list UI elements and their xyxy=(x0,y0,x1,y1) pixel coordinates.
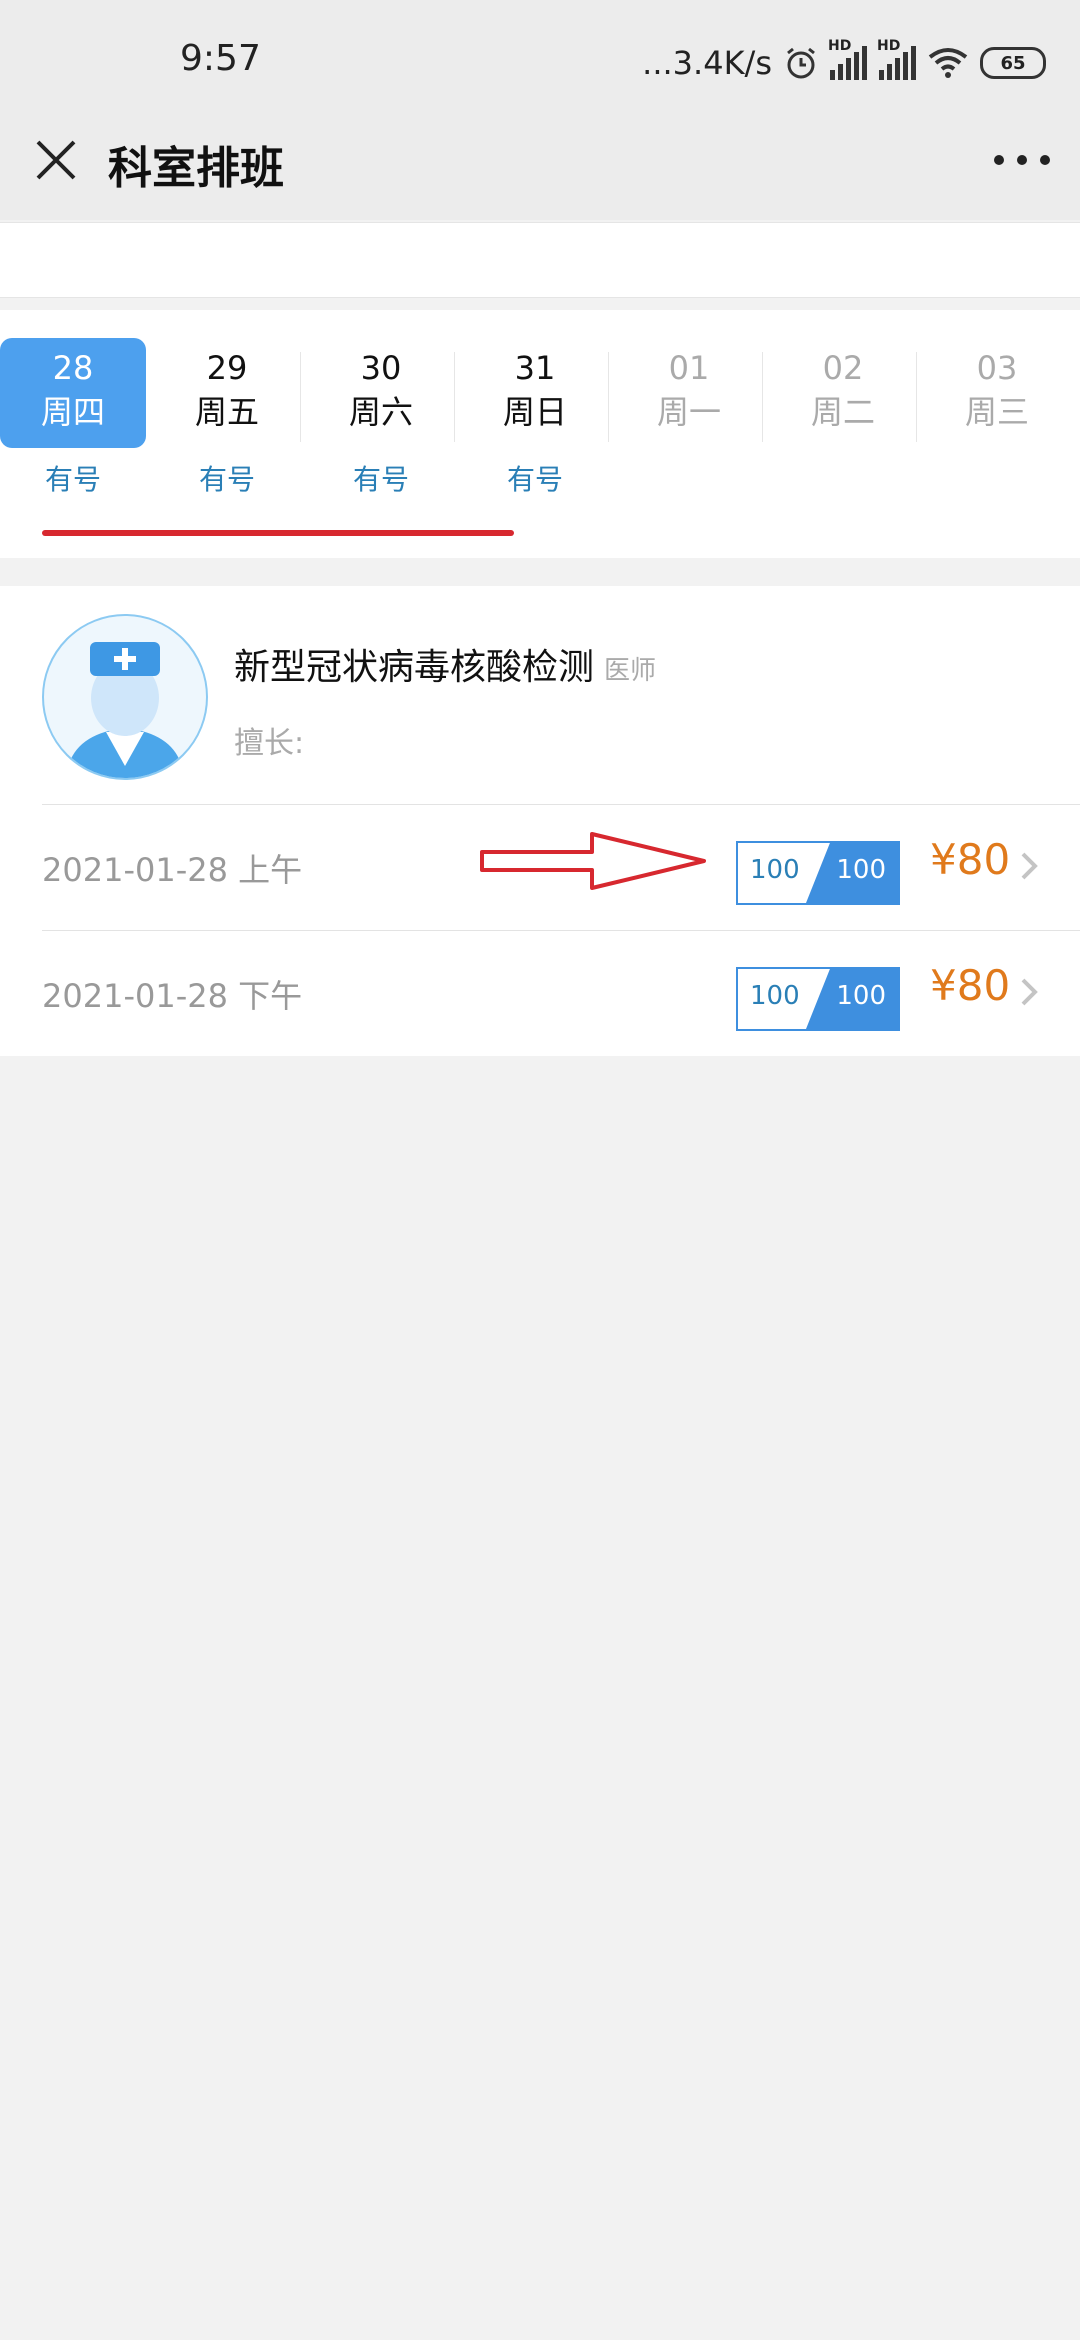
date-tab-01[interactable]: 01 周一 xyxy=(616,338,762,448)
date-separator xyxy=(454,352,455,442)
alarm-icon xyxy=(787,47,815,79)
doctor-name: 新型冠状病毒核酸检测 医师 xyxy=(234,647,657,688)
doctor-avatar xyxy=(42,614,208,780)
slot-price: ¥80 xyxy=(930,961,1011,1010)
slot-price: ¥80 xyxy=(930,835,1011,884)
date-tab-31[interactable]: 31 周日 xyxy=(462,338,608,448)
availability-label: 有号 xyxy=(44,463,101,496)
quota-badge: 100 100 xyxy=(736,841,900,905)
quota-remaining: 100 xyxy=(836,981,886,1011)
schedule-slot[interactable]: 2021-01-28 下午 100 100 ¥80 xyxy=(42,930,1080,1057)
doctor-title: 医师 xyxy=(604,656,657,686)
signal-icon: HD xyxy=(828,38,867,80)
date-separator xyxy=(916,352,917,442)
availability-label: 有号 xyxy=(352,463,409,496)
date-tab-29[interactable]: 29 周五 xyxy=(154,338,300,448)
page-title: 科室排班 xyxy=(108,143,284,194)
slot-date: 2021-01-28 下午 xyxy=(42,977,303,1015)
nurse-icon xyxy=(66,642,184,778)
status-time: 9:57 xyxy=(180,38,261,79)
search-area xyxy=(0,222,1080,298)
wifi-icon xyxy=(928,48,968,78)
chevron-right-icon xyxy=(1021,852,1038,880)
date-separator xyxy=(762,352,763,442)
signal-icon-2: HD xyxy=(877,38,916,80)
quota-total: 100 xyxy=(750,981,800,1011)
nav-bar: 科室排班 xyxy=(0,120,1080,220)
network-speed: ...3.4K/s xyxy=(642,44,772,82)
slot-date: 2021-01-28 上午 xyxy=(42,851,303,889)
status-bar: 9:57 ...3.4K/s HD HD 65 xyxy=(0,0,1080,120)
close-icon[interactable] xyxy=(30,134,82,186)
battery-icon: 65 xyxy=(980,47,1046,79)
more-button[interactable] xyxy=(994,140,1050,180)
quota-badge: 100 100 xyxy=(736,967,900,1031)
doctor-skill: 擅长: xyxy=(234,726,305,761)
status-icons: ...3.4K/s HD HD 65 xyxy=(642,38,1046,88)
date-tab-03[interactable]: 03 周三 xyxy=(924,338,1070,448)
date-tab-28[interactable]: 28 周四 xyxy=(0,338,146,448)
chevron-right-icon xyxy=(1021,978,1038,1006)
quota-total: 100 xyxy=(750,855,800,885)
availability-label: 有号 xyxy=(198,463,255,496)
annotation-underline xyxy=(42,530,514,536)
availability-label: 有号 xyxy=(506,463,563,496)
date-tab-30[interactable]: 30 周六 xyxy=(308,338,454,448)
date-selector: 28 周四 29 周五 30 周六 31 周日 01 周一 02 周二 03 周… xyxy=(0,310,1080,558)
quota-remaining: 100 xyxy=(836,855,886,885)
annotation-arrow-icon xyxy=(480,832,706,890)
date-separator xyxy=(300,352,301,442)
date-separator xyxy=(608,352,609,442)
doctor-card[interactable]: 新型冠状病毒核酸检测 医师 擅长: 2021-01-28 上午 100 100 ¥… xyxy=(0,586,1080,1056)
date-tab-02[interactable]: 02 周二 xyxy=(770,338,916,448)
